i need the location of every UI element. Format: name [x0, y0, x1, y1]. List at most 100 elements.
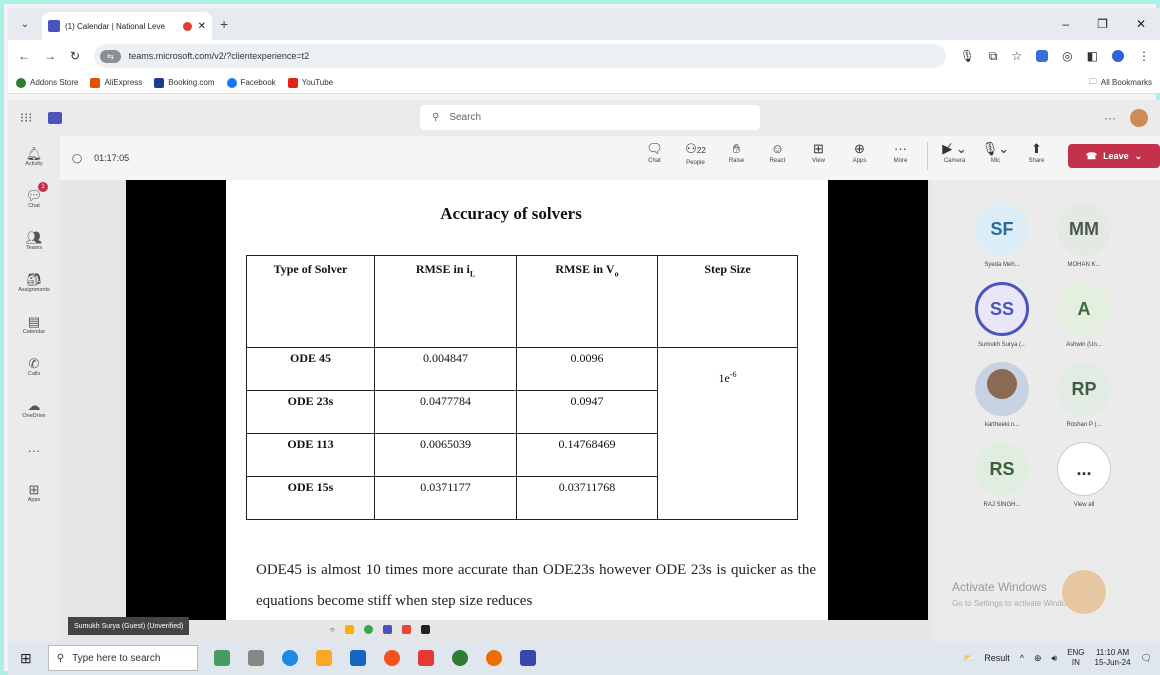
chevron-down-icon[interactable]: ⌄ [1135, 151, 1143, 162]
rmse-il-cell: 0.0065039 [374, 433, 517, 477]
bookmark-star-icon[interactable]: ☆ [1011, 49, 1022, 63]
site-info-icon[interactable]: ⇆ [100, 49, 121, 63]
url-field[interactable]: ⇆ teams.microsoft.com/v2/?clientexperien… [94, 44, 946, 68]
avatar: RS [975, 442, 1029, 496]
browser-tab[interactable]: (1) Calendar | National Leve ✕ [42, 12, 212, 40]
tray-overflow-icon[interactable]: ^ [1020, 653, 1024, 663]
cast-icon[interactable]: ⧉ [989, 49, 998, 64]
edge-icon[interactable] [281, 650, 298, 666]
extension-shield-icon[interactable] [1036, 50, 1049, 62]
youtube-icon[interactable] [417, 650, 434, 666]
volume-icon[interactable]: 🔊︎ [1052, 653, 1058, 664]
bookmark-item[interactable]: AliExpress [90, 77, 142, 88]
rail-item-onedrive[interactable]: ☁︎ OneDrive [8, 388, 60, 430]
chat-button[interactable]: 🗨︎ Chat [634, 142, 675, 170]
share-button[interactable]: ⬆ Share [1016, 142, 1057, 170]
result-label[interactable]: Result [984, 653, 1010, 663]
chrome-app-icon[interactable] [485, 650, 502, 666]
mail-icon[interactable] [349, 650, 366, 666]
avatar: SF [975, 202, 1029, 256]
town-widget-icon[interactable] [213, 650, 230, 666]
bookmark-item[interactable]: Facebook [226, 77, 276, 88]
react-button[interactable]: ☺ React [757, 142, 798, 170]
reload-icon[interactable]: ↻ [70, 49, 80, 63]
view-button[interactable]: ⊞ View [798, 142, 839, 170]
teams-favicon-icon [48, 20, 60, 32]
rail-item-chat[interactable]: 💬︎ 1 Chat [8, 178, 60, 220]
sidebar-icon[interactable]: ◧ [1087, 49, 1098, 63]
weather-icon[interactable]: ⛅ [963, 653, 974, 664]
participant-tile[interactable]: kartheeki.n... [964, 362, 1040, 428]
settings-more-icon[interactable]: ··· [1104, 111, 1116, 125]
chrome-icon[interactable] [383, 650, 400, 666]
search-input[interactable]: ⚲ Search [420, 105, 760, 130]
participant-tile[interactable]: RP Roshan P (... [1046, 362, 1122, 428]
close-tab-icon[interactable]: ✕ [198, 21, 206, 32]
meeting-tools: 🗨︎ Chat ⚇22 People ✋︎ Raise ☺ React ⊞ View ⊕ A… [634, 142, 1057, 170]
notification-icon[interactable]: 🗨︎ [1141, 653, 1152, 664]
network-icon[interactable]: ⊕ [1034, 653, 1042, 664]
bookmark-item[interactable]: Addons Store [16, 77, 78, 88]
apps-button[interactable]: ⊕ Apps [839, 142, 880, 170]
participant-tile[interactable]: SS Sumukh Surya (... [964, 282, 1040, 348]
people-button[interactable]: ⚇22 People [675, 142, 716, 170]
mic-search-icon[interactable]: 🎙 [960, 49, 975, 63]
store-icon[interactable] [519, 650, 536, 666]
view-all-button[interactable]: ... View all [1046, 442, 1122, 508]
rail-more-button[interactable]: ··· [8, 430, 60, 472]
chat-icon: 🗨︎ [646, 141, 663, 156]
raise-hand-button[interactable]: ✋︎ Raise [716, 142, 757, 170]
mic-button[interactable]: 🎙︎⌄ Mic [975, 142, 1016, 170]
participant-name: Ashwin (Un... [1066, 342, 1102, 348]
participant-name: Sumukh Surya (... [977, 342, 1027, 348]
rail-item-calls[interactable]: ✆ Calls [8, 346, 60, 388]
slide-paragraph: ODE45 is almost 10 times more accurate t… [256, 562, 816, 609]
teams-logo-icon [48, 112, 63, 124]
new-tab-button[interactable]: + [220, 16, 228, 32]
rail-item-teams[interactable]: 👥︎ Teams [8, 220, 60, 262]
bell-icon: 🔔︎ [25, 146, 43, 161]
rail-item-assignments[interactable]: 🎒︎ Assignments [8, 262, 60, 304]
app-icon [382, 624, 392, 634]
avatar[interactable] [1130, 109, 1148, 127]
bookmarks-bar: Addons Store AliExpress Booking.com Face… [8, 72, 1160, 94]
back-icon[interactable]: ← [18, 49, 30, 63]
windows-start-icon[interactable]: ⊞ [20, 650, 32, 667]
app-launcher-icon[interactable]: ⁝⁝⁝ [20, 110, 32, 126]
profile-shield-icon[interactable] [1112, 50, 1124, 62]
participant-tile[interactable]: A Ashwin (Un... [1046, 282, 1122, 348]
rail-item-activity[interactable]: 🔔︎ Activity [8, 136, 60, 178]
language-indicator[interactable]: ENG IN [1067, 648, 1084, 668]
restore-icon[interactable]: ❐ [1097, 17, 1108, 31]
leave-button[interactable]: ☎ Leave ⌄ [1068, 144, 1160, 168]
participant-tile[interactable]: RS RAJ SINGH... [964, 442, 1040, 508]
forward-icon[interactable]: → [44, 49, 56, 63]
rail-item-apps[interactable]: ⊞ Apps [8, 472, 60, 514]
avatar: RP [1057, 362, 1111, 416]
close-window-icon[interactable]: ✕ [1136, 17, 1146, 31]
bookmark-item[interactable]: YouTube [287, 77, 333, 88]
calendar-icon: ▤ [27, 314, 41, 329]
taskbar-search-input[interactable]: ⚲ Type here to search [47, 645, 198, 671]
mic-icon: 🎙︎⌄ [981, 141, 1010, 156]
tab-list-button[interactable]: ⌄ [14, 13, 36, 35]
extension-icon[interactable]: ◎ [1062, 49, 1072, 63]
participant-tile[interactable]: MM MOHAN K... [1046, 202, 1122, 268]
rail-item-calendar[interactable]: ▤ Calendar [8, 304, 60, 346]
avatar: ... [1057, 442, 1111, 496]
bookmark-item[interactable]: Booking.com [154, 77, 215, 88]
system-tray: ⛅ Result ^ ⊕ 🔊︎ ENG IN 11:10 AM 15-Jun-24 … [963, 648, 1152, 668]
shield-icon: ◯ [72, 152, 83, 163]
clock[interactable]: 11:10 AM 15-Jun-24 [1095, 648, 1131, 668]
task-view-icon[interactable] [247, 650, 264, 666]
all-bookmarks-button[interactable]: 🗀 All Bookmarks [1089, 76, 1152, 90]
participant-tile[interactable]: SF Syeda Meh... [964, 202, 1040, 268]
solver-table: Type of Solver RMSE in iL RMSE in Vo Ste… [246, 255, 798, 520]
file-explorer-icon[interactable] [315, 650, 332, 666]
browser-menu-icon[interactable]: ⋮ [1138, 49, 1150, 63]
more-button[interactable]: ··· More [880, 142, 921, 170]
camera-button[interactable]: ▶̸ ⌄ Camera [934, 142, 975, 170]
minimize-icon[interactable]: – [1062, 17, 1069, 31]
shared-taskbar: ○ [330, 620, 430, 638]
whatsapp-icon[interactable] [451, 650, 468, 666]
